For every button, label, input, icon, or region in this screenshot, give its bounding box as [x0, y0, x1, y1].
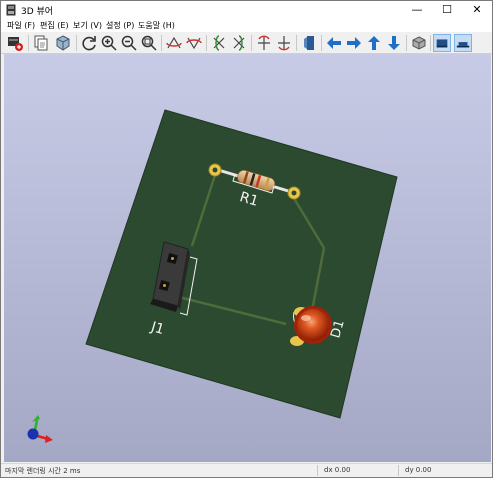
resistor-pad-hole [212, 167, 218, 173]
maximize-button[interactable]: ☐ [432, 1, 462, 19]
led-d1-highlight [301, 315, 311, 321]
3d-viewer-window: 3D 뷰어 — ☐ ✕ 파일 (F) 편집 (E) 보기 (V) 설정 (P) … [0, 0, 493, 478]
arrow-down-icon[interactable] [385, 34, 403, 52]
zoom-out-icon[interactable] [120, 34, 138, 52]
toolbar-separator [406, 35, 407, 51]
rotate-x-cw-icon[interactable] [165, 34, 183, 52]
close-button[interactable]: ✕ [462, 1, 492, 19]
rotate-z-cw-icon[interactable] [255, 34, 273, 52]
zoom-in-icon[interactable] [100, 34, 118, 52]
show-board-body-icon[interactable] [454, 34, 472, 52]
window-title: 3D 뷰어 [21, 7, 54, 17]
connector-j1-pin-tip [163, 284, 166, 287]
refresh-icon[interactable] [80, 34, 98, 52]
status-bar: 마지막 렌더링 시간 2 ms dx 0.00 dy 0.00 [1, 463, 492, 477]
orthographic-icon[interactable] [410, 34, 428, 52]
cube-3d-icon[interactable] [54, 34, 72, 52]
minimize-button[interactable]: — [402, 1, 432, 19]
toolbar-separator [28, 35, 29, 51]
menu-help[interactable]: 도움말 (H) [138, 20, 175, 31]
render-image-icon[interactable] [6, 34, 24, 52]
status-separator [317, 465, 318, 476]
menu-edit[interactable]: 편집 (E) [40, 20, 69, 31]
status-separator [398, 465, 399, 476]
arrow-right-icon[interactable] [345, 34, 363, 52]
toolbar-separator [251, 35, 252, 51]
menu-file[interactable]: 파일 (F) [7, 20, 35, 31]
resistor-pad-hole [291, 190, 297, 196]
rotate-z-ccw-icon[interactable] [275, 34, 293, 52]
arrow-left-icon[interactable] [325, 34, 343, 52]
render-time-status: 마지막 렌더링 시간 2 ms [5, 467, 81, 475]
copy-icon[interactable] [32, 34, 50, 52]
rotate-x-ccw-icon[interactable] [185, 34, 203, 52]
rotate-y-ccw-icon[interactable] [230, 34, 248, 52]
flip-board-icon[interactable] [300, 34, 318, 52]
title-bar[interactable]: 3D 뷰어 — ☐ ✕ [1, 1, 492, 19]
menu-preferences[interactable]: 설정 (P) [106, 20, 134, 31]
rotate-y-cw-icon[interactable] [210, 34, 228, 52]
led-d1-lens [297, 309, 329, 341]
bounding-box-icon[interactable] [433, 34, 451, 52]
app-icon [6, 4, 16, 16]
toolbar-separator [161, 35, 162, 51]
arrow-up-icon[interactable] [365, 34, 383, 52]
connector-j1-pin-tip [171, 257, 174, 260]
3d-viewport[interactable]: R1 J1 D1 [4, 54, 491, 462]
toolbar-separator [206, 35, 207, 51]
dy-status: dy 0.00 [405, 466, 432, 474]
axis-z-dot [27, 428, 39, 440]
toolbar-separator [321, 35, 322, 51]
zoom-fit-icon[interactable] [140, 34, 158, 52]
menu-bar: 파일 (F) 편집 (E) 보기 (V) 설정 (P) 도움말 (H) [1, 19, 492, 32]
toolbar-separator [430, 35, 431, 51]
toolbar-separator [296, 35, 297, 51]
toolbar-separator [76, 35, 77, 51]
menu-view[interactable]: 보기 (V) [73, 20, 102, 31]
dx-status: dx 0.00 [324, 466, 351, 474]
toolbar [1, 32, 492, 54]
